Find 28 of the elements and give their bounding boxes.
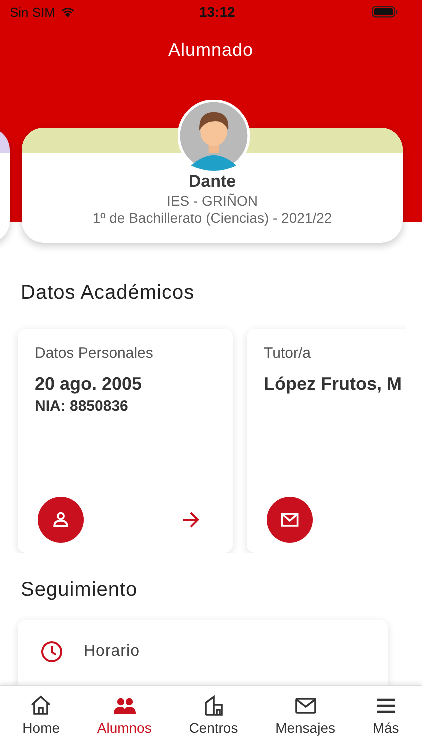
section-title: Seguimiento xyxy=(21,579,139,602)
card-label: Tutor/a xyxy=(264,345,312,362)
screen-title: Alumnado xyxy=(167,40,255,61)
card-label: Datos Personales xyxy=(35,345,154,362)
tracking-item[interactable]: Horario xyxy=(84,643,140,661)
student-name: Dante xyxy=(188,172,236,192)
card-value: 20 ago. 2005 xyxy=(35,374,144,395)
tab-item[interactable]: Más xyxy=(368,694,404,744)
card-detail: NIA: 8850836 xyxy=(35,398,130,415)
card-value: López Frutos, M xyxy=(264,374,403,395)
battery-icon xyxy=(372,6,398,18)
tab-item[interactable]: Centros xyxy=(185,694,242,744)
info-card[interactable]: Datos Personales 20 ago. 2005 NIA: 8850836 xyxy=(18,329,233,553)
tab-item[interactable]: Mensajes xyxy=(272,694,340,744)
tab-item[interactable]: Alumnos xyxy=(93,694,156,744)
carrier-label: Sin SIM xyxy=(10,4,56,20)
course-label: 1º de Bachillerato (Ciencias) - 2021/22 xyxy=(92,210,332,226)
school-name: IES - GRIÑON xyxy=(166,193,258,209)
section-title: Datos Académicos xyxy=(21,282,196,305)
info-card[interactable]: Tutor/a López Frutos, M xyxy=(247,329,406,553)
tab-item[interactable]: Home xyxy=(18,694,64,744)
clock-icon xyxy=(40,640,64,664)
mail-button[interactable] xyxy=(267,497,313,543)
profile-button[interactable] xyxy=(38,497,84,543)
status-time: 13:12 xyxy=(200,4,236,20)
wifi-icon xyxy=(60,6,76,18)
student-card[interactable]: Dante IES - GRIÑON 1º de Bachillerato (Ciencias) - 2021/22 xyxy=(22,128,403,243)
arrow-icon[interactable] xyxy=(181,510,201,530)
